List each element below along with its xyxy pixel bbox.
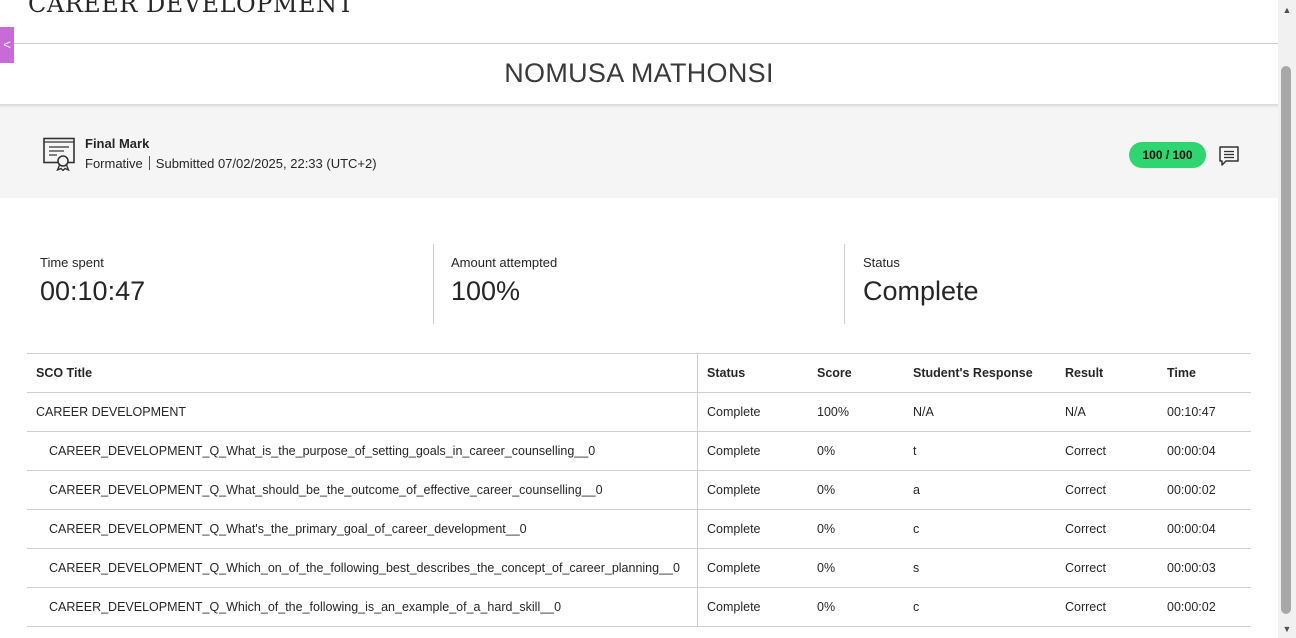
submission-date: Submitted 07/02/2025, 22:33 (UTC+2) xyxy=(155,156,377,171)
stat-divider xyxy=(844,244,845,324)
column-header-time[interactable]: Time xyxy=(1158,353,1251,393)
assessment-type: Formative xyxy=(85,156,143,171)
status-cell: Complete xyxy=(697,509,808,549)
column-header-response[interactable]: Student's Response xyxy=(904,353,1056,393)
column-header-sco-title[interactable]: SCO Title xyxy=(27,353,698,393)
amount-attempted-label: Amount attempted xyxy=(451,255,558,270)
table-row[interactable]: CAREER_DEVELOPMENT_Q_Which_of_the_follow… xyxy=(27,587,1251,627)
response-cell: s xyxy=(904,548,1056,588)
response-cell: a xyxy=(904,470,1056,510)
table-header-row: SCO Title Status Score Student's Respons… xyxy=(27,353,1251,393)
table-row[interactable]: CAREER DEVELOPMENT Complete 100% N/A N/A… xyxy=(27,392,1251,432)
sco-title-cell: CAREER_DEVELOPMENT_Q_Which_on_of_the_fol… xyxy=(27,548,698,588)
response-cell: N/A xyxy=(904,392,1056,432)
sco-title-cell: CAREER_DEVELOPMENT_Q_What's_the_primary_… xyxy=(27,509,698,549)
table-row[interactable]: CAREER_DEVELOPMENT_Q_Which_on_of_the_fol… xyxy=(27,548,1251,588)
result-cell: Correct xyxy=(1056,431,1158,471)
scrollbar-thumb[interactable] xyxy=(1281,66,1291,614)
time-cell: 00:00:03 xyxy=(1158,548,1251,588)
amount-attempted-value: 100% xyxy=(451,276,521,306)
final-mark-meta: Formative Submitted 07/02/2025, 22:33 (UT… xyxy=(85,156,377,171)
status-label: Status xyxy=(863,255,900,270)
status-cell: Complete xyxy=(697,587,808,627)
stat-divider xyxy=(433,244,434,324)
status-cell: Complete xyxy=(697,431,808,471)
result-cell: Correct xyxy=(1056,548,1158,588)
time-spent-value: 00:10:47 xyxy=(40,276,146,306)
column-header-score[interactable]: Score xyxy=(808,353,904,393)
result-cell: N/A xyxy=(1056,392,1158,432)
sco-results-table: SCO Title Status Score Student's Respons… xyxy=(27,353,1251,627)
scroll-up-icon[interactable]: ▲ xyxy=(1281,4,1293,16)
score-cell: 100% xyxy=(808,392,904,432)
column-header-status[interactable]: Status xyxy=(697,353,808,393)
scroll-down-icon[interactable]: ▼ xyxy=(1281,623,1293,635)
score-badge: 100 / 100 xyxy=(1129,142,1206,168)
score-cell: 0% xyxy=(808,587,904,627)
score-cell: 0% xyxy=(808,509,904,549)
response-cell: c xyxy=(904,587,1056,627)
table-row[interactable]: CAREER_DEVELOPMENT_Q_What_is_the_purpose… xyxy=(27,431,1251,471)
result-cell: Correct xyxy=(1056,587,1158,627)
student-name: NOMUSA MATHONSI xyxy=(504,58,774,88)
time-spent-label: Time spent xyxy=(40,255,104,270)
status-cell: Complete xyxy=(697,548,808,588)
response-cell: c xyxy=(904,509,1056,549)
meta-separator xyxy=(148,156,150,170)
stat-status: Status Complete xyxy=(863,244,979,324)
score-cell: 0% xyxy=(808,431,904,471)
table-row[interactable]: CAREER_DEVELOPMENT_Q_What_should_be_the_… xyxy=(27,470,1251,510)
time-cell: 00:00:02 xyxy=(1158,587,1251,627)
sco-title-cell: CAREER DEVELOPMENT xyxy=(27,392,698,432)
stat-time-spent: Time spent 00:10:47 xyxy=(40,244,145,324)
certificate-icon xyxy=(43,137,75,171)
stat-amount-attempted: Amount attempted 100% xyxy=(451,244,557,324)
time-cell: 00:00:04 xyxy=(1158,431,1251,471)
score-cell: 0% xyxy=(808,470,904,510)
final-mark-panel xyxy=(0,108,1278,198)
sco-title-cell: CAREER_DEVELOPMENT_Q_What_is_the_purpose… xyxy=(27,431,698,471)
header-divider xyxy=(0,43,1278,44)
result-cell: Correct xyxy=(1056,470,1158,510)
time-cell: 00:00:02 xyxy=(1158,470,1251,510)
result-cell: Correct xyxy=(1056,509,1158,549)
table-row[interactable]: CAREER_DEVELOPMENT_Q_What's_the_primary_… xyxy=(27,509,1251,549)
sco-title-cell: CAREER_DEVELOPMENT_Q_What_should_be_the_… xyxy=(27,470,698,510)
course-title: CAREER DEVELOPMENT xyxy=(28,0,354,18)
status-cell: Complete xyxy=(697,470,808,510)
column-header-result[interactable]: Result xyxy=(1056,353,1158,393)
time-cell: 00:10:47 xyxy=(1158,392,1251,432)
final-mark-label: Final Mark xyxy=(85,136,150,151)
score-cell: 0% xyxy=(808,548,904,588)
status-cell: Complete xyxy=(697,392,808,432)
sco-title-cell: CAREER_DEVELOPMENT_Q_Which_of_the_follow… xyxy=(27,587,698,627)
status-value: Complete xyxy=(863,276,979,306)
time-cell: 00:00:04 xyxy=(1158,509,1251,549)
comment-icon[interactable] xyxy=(1218,145,1240,167)
response-cell: t xyxy=(904,431,1056,471)
